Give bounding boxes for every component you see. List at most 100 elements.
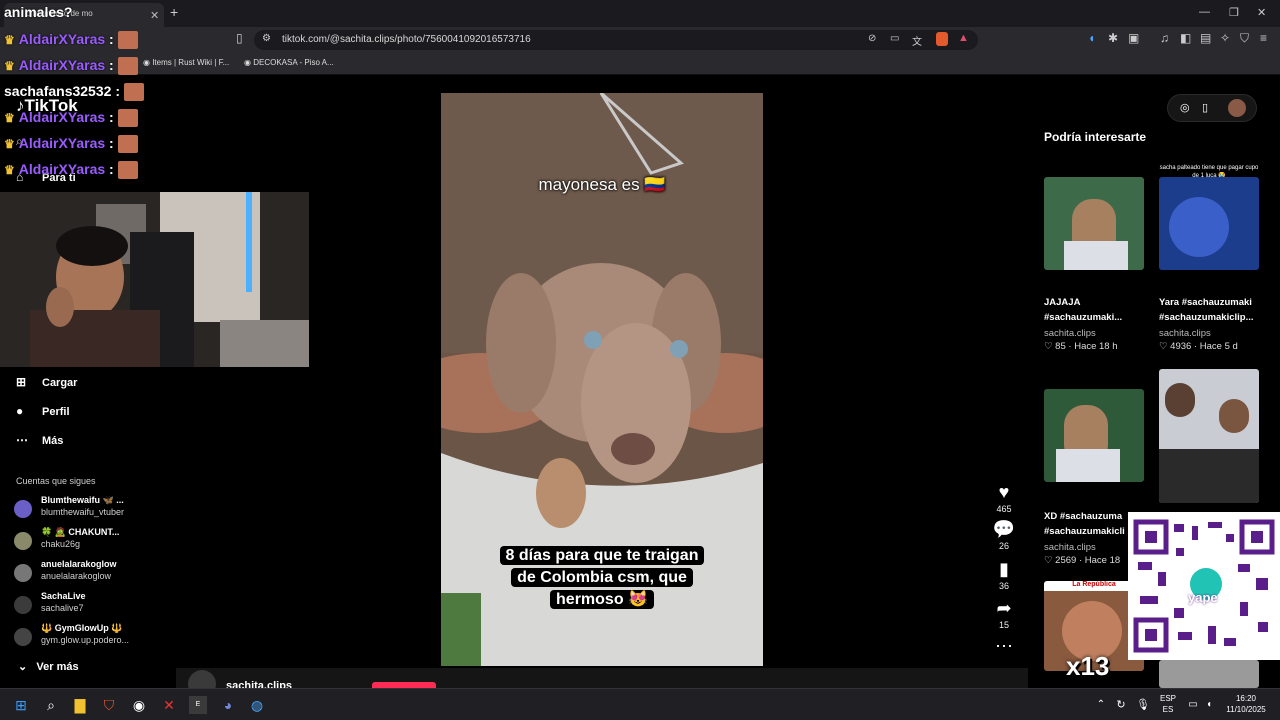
avatar[interactable] bbox=[1228, 99, 1246, 117]
bookmark-icon[interactable]: ▯ bbox=[236, 31, 243, 45]
reader-mode-icon[interactable]: ⊘ bbox=[868, 33, 876, 44]
extensions-icon[interactable]: ✱ bbox=[1108, 31, 1118, 45]
sidebar-toggle-icon[interactable]: ◧ bbox=[1180, 31, 1191, 45]
emote-icon bbox=[117, 161, 138, 180]
card-thumbnail bbox=[1159, 660, 1259, 688]
microphone-icon[interactable]: 🎙 bbox=[1134, 696, 1152, 714]
screenshot-icon[interactable]: ▣ bbox=[1128, 31, 1139, 45]
site-settings-icon[interactable]: ⚙ bbox=[262, 33, 271, 44]
coins-icon[interactable]: ◎ bbox=[1180, 101, 1190, 114]
music-icon[interactable]: ♫ bbox=[1160, 31, 1169, 45]
like-count: 465 bbox=[996, 504, 1012, 514]
followed-account[interactable]: anuelalarakoglow anuelalarakoglow bbox=[14, 559, 164, 587]
crown-icon: ♛ bbox=[4, 163, 15, 177]
more-icon: ⋯ bbox=[995, 636, 1013, 656]
emote-icon bbox=[117, 31, 138, 50]
save-button[interactable]: ▮ 36 bbox=[990, 558, 1018, 591]
like-button[interactable]: ♥ 465 bbox=[990, 481, 1018, 514]
see-more-button[interactable]: ⌄ Ver más bbox=[18, 660, 79, 673]
more-options-button[interactable]: ⋯ bbox=[990, 635, 1018, 657]
photo-caption-top: mayonesa es 🇨🇴 bbox=[538, 175, 666, 194]
discord-icon[interactable]: ◕ bbox=[219, 696, 237, 714]
emote-icon bbox=[117, 135, 138, 154]
followed-account[interactable]: 🔱 GymGlowUp 🔱 gym.glow.up.podero... bbox=[14, 623, 164, 651]
avatar bbox=[14, 500, 32, 518]
device-icon[interactable]: ▯ bbox=[1202, 101, 1208, 114]
globe-icon[interactable]: ◍ bbox=[248, 696, 266, 714]
nav-profile[interactable]: ● Perfil bbox=[16, 404, 70, 418]
emote-icon bbox=[117, 57, 138, 76]
person-illustration bbox=[1219, 399, 1249, 433]
card-thumbnail bbox=[1159, 369, 1259, 503]
share-button[interactable]: ➦ 15 bbox=[990, 597, 1018, 630]
followed-account[interactable]: 🍀 🧟 CHAKUNT... chaku26g bbox=[14, 527, 164, 555]
epic-games-icon[interactable]: E bbox=[189, 696, 207, 714]
file-explorer-icon[interactable]: ▇ bbox=[71, 696, 89, 714]
leo-ai-icon[interactable]: ✧ bbox=[1220, 31, 1230, 45]
qr-code-graphic bbox=[1133, 519, 1275, 653]
tab-bar: o hermanito de mo ✕ + — ❐ ✕ bbox=[0, 0, 1280, 27]
volume-icon[interactable]: ◖ bbox=[1200, 696, 1218, 714]
person-illustration bbox=[1165, 383, 1195, 417]
emote-icon bbox=[123, 83, 144, 102]
comment-button[interactable]: 💬 26 bbox=[990, 518, 1018, 551]
followed-account[interactable]: Blumthewaifu 🦋 ... blumthewaifu_vtuber bbox=[14, 495, 164, 523]
heart-icon: ♡ bbox=[1044, 555, 1053, 566]
windows-taskbar: ⊞ ⌕ ▇ ⛉ ◉ ✕ E ◕ ◍ ⌃ ↻ 🎙 ESP ES ▭ ◖ 16:20 1… bbox=[0, 688, 1280, 720]
crown-icon: ♛ bbox=[4, 137, 15, 151]
crown-icon: ♛ bbox=[4, 33, 15, 47]
chevron-up-icon[interactable]: ⌃ bbox=[1092, 696, 1110, 714]
maximize-icon[interactable]: ❐ bbox=[1229, 6, 1239, 19]
menu-icon[interactable]: ≡ bbox=[1260, 31, 1267, 45]
comment-icon: 💬 bbox=[992, 519, 1016, 539]
share-count: 15 bbox=[998, 620, 1009, 630]
following-section-title: Cuentas que sigues bbox=[16, 476, 96, 486]
crown-icon: ♛ bbox=[4, 111, 15, 125]
post-author-bar: sachita.clips bbox=[176, 668, 1028, 698]
search-icon[interactable]: ⌕ bbox=[42, 696, 60, 714]
sync-icon[interactable]: ↻ bbox=[1112, 696, 1130, 714]
tab-close-icon[interactable]: ✕ bbox=[150, 9, 159, 22]
crown-icon: ♛ bbox=[4, 59, 15, 73]
audio-icon[interactable]: ◖ bbox=[1088, 31, 1095, 45]
brave-browser-icon[interactable]: ⛉ bbox=[100, 696, 118, 714]
chat-message: sachafans32532 : bbox=[4, 83, 144, 102]
avatar bbox=[14, 628, 32, 646]
minimize-icon[interactable]: — bbox=[1199, 6, 1210, 18]
post-photo[interactable]: mayonesa es 🇨🇴 8 días para que te traiga… bbox=[441, 93, 763, 666]
nav-upload[interactable]: ⊞ Cargar bbox=[16, 375, 77, 389]
emote-icon bbox=[117, 109, 138, 128]
scene-illustration bbox=[1169, 197, 1229, 257]
nav-more[interactable]: ⋯ Más bbox=[16, 433, 63, 447]
obs-icon[interactable]: ◉ bbox=[130, 696, 148, 714]
chat-message: ♛ AldairXYaras : bbox=[4, 57, 138, 76]
cast-icon[interactable]: ▭ bbox=[890, 33, 899, 44]
chat-message: ♛ AldairXYaras : bbox=[4, 31, 138, 50]
language-indicator[interactable]: ESP ES bbox=[1158, 693, 1178, 715]
heart-icon: ♥ bbox=[998, 482, 1010, 502]
brave-rewards-icon[interactable]: ▲ bbox=[958, 32, 969, 44]
chevron-down-icon: ⌄ bbox=[18, 661, 28, 673]
avatar bbox=[14, 532, 32, 550]
address-bar[interactable]: ⚙ tiktok.com/@sachita.clips/photo/756004… bbox=[254, 30, 978, 50]
followed-account[interactable]: SachaLive sachalive7 bbox=[14, 591, 164, 619]
brave-shields-icon[interactable] bbox=[936, 32, 948, 46]
person-illustration bbox=[1159, 449, 1259, 503]
bookmark-rust-wiki[interactable]: ◉ Items | Rust Wiki | F... bbox=[143, 58, 229, 67]
app-x-icon[interactable]: ✕ bbox=[160, 696, 178, 714]
chat-message: ♛ AldairXYaras : bbox=[4, 109, 138, 128]
photo-caption-bottom: 8 días para que te traigan de Colombia c… bbox=[479, 545, 725, 611]
close-window-icon[interactable]: ✕ bbox=[1257, 6, 1266, 19]
person-illustration bbox=[1064, 241, 1128, 270]
wallet-icon[interactable]: ▤ bbox=[1200, 31, 1211, 45]
vpn-icon[interactable]: ⛉ bbox=[1240, 31, 1249, 46]
bookmark-icon: ▮ bbox=[999, 559, 1009, 579]
windows-start-icon[interactable]: ⊞ bbox=[12, 696, 30, 714]
url-text: tiktok.com/@sachita.clips/photo/75600410… bbox=[282, 34, 531, 45]
new-tab-icon[interactable]: + bbox=[170, 4, 178, 20]
bookmark-decokasa[interactable]: ◉ DECOKASA - Piso A... bbox=[244, 58, 334, 67]
translate-icon[interactable]: 文 bbox=[912, 33, 922, 48]
avatar bbox=[14, 596, 32, 614]
card-thumbnail bbox=[1159, 177, 1259, 270]
system-clock[interactable]: 16:20 11/10/2025 bbox=[1218, 693, 1274, 715]
